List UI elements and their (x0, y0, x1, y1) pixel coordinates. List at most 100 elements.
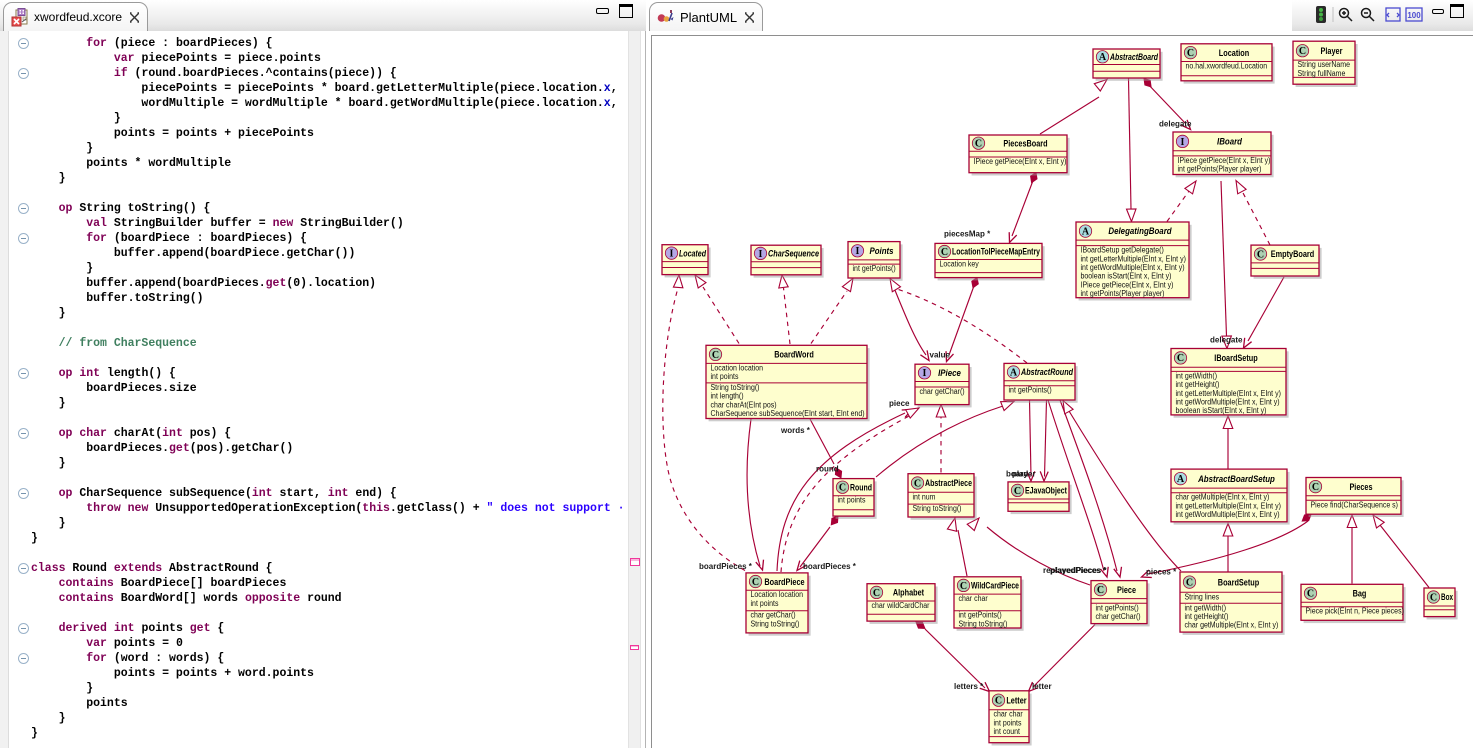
svg-text:C: C (1097, 585, 1104, 596)
svg-text:int getPoints(): int getPoints() (1009, 386, 1053, 395)
svg-text:C: C (941, 247, 948, 258)
svg-text:C: C (752, 577, 759, 588)
svg-text:int getPoints(): int getPoints() (1096, 603, 1140, 612)
svg-text:AbstractPiece: AbstractPiece (925, 478, 972, 489)
svg-text:A: A (1177, 474, 1185, 485)
svg-text:boolean isStart(EInt x, EInt y: boolean isStart(EInt x, EInt y) (1176, 406, 1267, 415)
svg-text:boolean isStart(EInt x, EInt y: boolean isStart(EInt x, EInt y) (1081, 272, 1172, 281)
svg-text:int getLetterMultiple(EInt x,: int getLetterMultiple(EInt x, EInt y) (1176, 501, 1282, 510)
svg-text:int getHeight(): int getHeight() (1185, 612, 1229, 621)
svg-text:C: C (1307, 589, 1314, 600)
svg-text:Location location: Location location (711, 363, 764, 372)
svg-text:I: I (1181, 137, 1185, 148)
svg-text:player: player (1012, 470, 1036, 479)
svg-text:C: C (1299, 46, 1306, 57)
svg-text:PiecesBoard: PiecesBoard (1003, 138, 1047, 149)
svg-text:Box: Box (1441, 592, 1453, 603)
svg-text:I: I (856, 246, 860, 257)
svg-text:C: C (914, 478, 921, 489)
svg-text:Alphabet: Alphabet (893, 588, 925, 599)
svg-text:Bag: Bag (1353, 589, 1367, 600)
svg-text:words *: words * (780, 426, 811, 435)
svg-text:Piece: Piece (1117, 585, 1136, 596)
svg-text:int getWordMultiple(EInt x, EI: int getWordMultiple(EInt x, EInt y) (1176, 510, 1280, 519)
svg-text:C: C (712, 350, 719, 361)
svg-text:playedPieces *: playedPieces * (1050, 566, 1107, 575)
svg-text:Piece find(CharSequence s): Piece find(CharSequence s) (1311, 500, 1399, 509)
svg-text:C: C (1312, 482, 1319, 493)
svg-text:delegate: delegate (1210, 336, 1243, 345)
svg-text:Piece pick(EInt n, Piece piece: Piece pick(EInt n, Piece pieces) (1306, 607, 1405, 616)
svg-text:C: C (1187, 48, 1194, 59)
svg-text:int getWordMultiple(EInt x, EI: int getWordMultiple(EInt x, EInt y) (1176, 398, 1280, 407)
svg-text:CharSequence subSequence(EInt: CharSequence subSequence(EInt start, EIn… (711, 409, 865, 418)
svg-text:int points: int points (751, 599, 779, 608)
svg-text:boardPieces *: boardPieces * (803, 562, 857, 571)
svg-text:AbstractRound: AbstractRound (1020, 367, 1074, 378)
svg-text:CharSequence: CharSequence (768, 249, 819, 260)
svg-text:int getWidth(): int getWidth() (1176, 371, 1218, 380)
svg-text:I: I (923, 368, 927, 379)
svg-text:int count: int count (994, 727, 1021, 736)
svg-text:AbstractBoardSetup: AbstractBoardSetup (1197, 474, 1275, 485)
svg-text:BoardPiece: BoardPiece (764, 577, 804, 588)
svg-text:IBoardSetup getDelegate(): IBoardSetup getDelegate() (1081, 246, 1165, 255)
svg-text:char getChar(): char getChar() (920, 387, 965, 396)
svg-text:String toString(): String toString() (711, 383, 760, 392)
svg-text:char getChar(): char getChar() (751, 611, 796, 620)
svg-text:IPiece getPiece(EInt x, EInt y: IPiece getPiece(EInt x, EInt y) (1081, 280, 1174, 289)
svg-text:int getHeight(): int getHeight() (1176, 380, 1220, 389)
svg-text:int getLetterMultiple(EInt x,: int getLetterMultiple(EInt x, EInt y) (1081, 254, 1187, 263)
svg-text:int points: int points (838, 496, 866, 505)
svg-text:int getPoints(Player player): int getPoints(Player player) (1081, 289, 1165, 298)
svg-text:int points: int points (994, 718, 1022, 727)
svg-text:C: C (1430, 592, 1437, 603)
svg-text:LocationToIPieceMapEntry: LocationToIPieceMapEntry (952, 247, 1040, 258)
svg-text:Round: Round (850, 482, 872, 493)
svg-text:Location key: Location key (940, 260, 979, 269)
svg-text:C: C (1186, 578, 1193, 589)
svg-text:String toString(): String toString() (913, 504, 962, 513)
svg-text:int getPoints(): int getPoints() (959, 611, 1003, 620)
svg-text:C: C (1014, 486, 1021, 497)
svg-text:C: C (975, 139, 982, 150)
svg-text:BoardSetup: BoardSetup (1218, 577, 1260, 588)
svg-text:char char: char char (959, 594, 989, 603)
svg-text:char getMultiple(EInt x, EInt: char getMultiple(EInt x, EInt y) (1176, 493, 1270, 502)
svg-text:C: C (873, 588, 880, 599)
svg-text:round: round (816, 465, 839, 474)
svg-text:A: A (1010, 367, 1018, 378)
svg-text:String toString(): String toString() (959, 619, 1008, 628)
svg-text:String lines: String lines (1185, 592, 1220, 601)
svg-text:EmptyBoard: EmptyBoard (1271, 249, 1314, 260)
svg-text:Letter: Letter (1006, 696, 1027, 707)
svg-text:piece: piece (889, 399, 910, 408)
svg-text:letters *: letters * (954, 682, 984, 691)
svg-text:Points: Points (869, 246, 893, 257)
svg-text:String fullName: String fullName (1298, 69, 1346, 78)
svg-text:A: A (1099, 52, 1107, 63)
svg-text:char getMultiple(EInt x, EInt: char getMultiple(EInt x, EInt y) (1185, 621, 1279, 630)
svg-text:C: C (1257, 249, 1264, 260)
svg-text:I: I (759, 249, 763, 260)
svg-text:100: 100 (1407, 11, 1421, 20)
svg-text:C: C (839, 483, 846, 494)
svg-text:Located: Located (679, 248, 707, 259)
svg-text:IPiece: IPiece (938, 368, 961, 379)
svg-text:int getLetterMultiple(EInt x,: int getLetterMultiple(EInt x, EInt y) (1176, 389, 1282, 398)
svg-text:C: C (995, 696, 1002, 707)
svg-text:String toString(): String toString() (751, 619, 800, 628)
svg-text:Location location: Location location (751, 590, 804, 599)
svg-text:char wildCardChar: char wildCardChar (872, 601, 930, 610)
svg-text:boardPieces *: boardPieces * (699, 562, 753, 571)
svg-text:Player: Player (1321, 46, 1343, 57)
svg-text:IPiece getPiece(EInt x, EInt y: IPiece getPiece(EInt x, EInt y) (1178, 156, 1271, 165)
svg-text:delegate: delegate (1159, 120, 1192, 129)
svg-text:int length(): int length() (711, 392, 744, 401)
svg-text:Pieces: Pieces (1349, 482, 1372, 493)
svg-text:IPiece getPiece(EInt x, EInt y: IPiece getPiece(EInt x, EInt y) (974, 157, 1067, 166)
svg-text:C: C (1177, 353, 1184, 364)
svg-text:DelegatingBoard: DelegatingBoard (1108, 226, 1172, 237)
svg-text:pieces *: pieces * (1146, 568, 1177, 577)
svg-text:BoardWord: BoardWord (774, 350, 814, 361)
